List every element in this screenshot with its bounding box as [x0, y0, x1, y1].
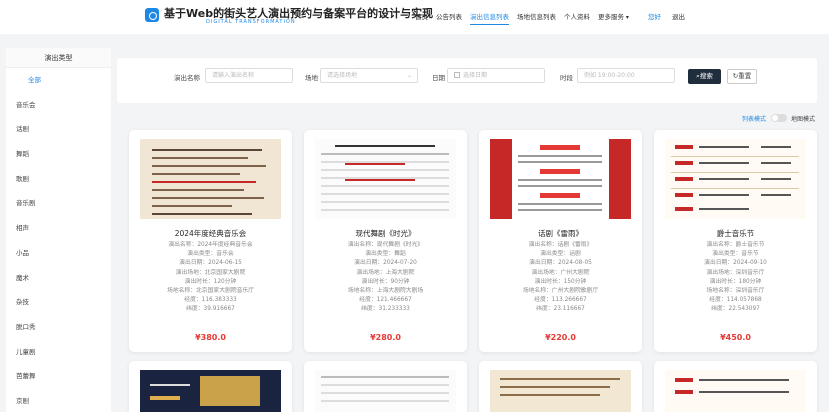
site-title[interactable]: 基于Web的街头艺人演出预约与备案平台的设计与实现	[164, 5, 433, 21]
name-label: 演出名称	[174, 74, 200, 82]
name-input[interactable]: 请输入演出名称	[205, 68, 293, 83]
performance-poster[interactable]	[140, 370, 281, 412]
card-title: 2024年度经典音乐会	[174, 229, 247, 238]
nav-announcements[interactable]: 公告列表	[436, 11, 462, 25]
card-meta: 演出名称：话剧《雷雨》 演出类型：话剧 演出日期：2024-08-05 演出场地…	[522, 242, 599, 313]
performance-poster[interactable]	[665, 370, 806, 412]
calendar-icon	[454, 72, 460, 78]
performance-poster[interactable]	[490, 370, 631, 412]
sidebar-item-opera[interactable]: 歌剧	[6, 167, 111, 192]
sidebar-item-crosstalk[interactable]: 相声	[6, 216, 111, 241]
search-button[interactable]: ⌕搜索	[688, 69, 721, 84]
card-title: 现代舞剧《时光》	[355, 229, 416, 238]
time-input[interactable]: 例如 19:00-20:00	[577, 68, 675, 83]
logo-icon[interactable]	[145, 8, 159, 22]
chevron-down-icon: ⌄	[406, 72, 412, 79]
nav-venues[interactable]: 场地信息列表	[517, 11, 556, 25]
sidebar-item-magic[interactable]: 魔术	[6, 266, 111, 291]
date-picker[interactable]: 选择日期	[447, 68, 545, 83]
performance-card[interactable]	[654, 361, 817, 412]
view-mode-toggle[interactable]	[771, 114, 787, 122]
date-label: 日期	[432, 74, 445, 82]
sidebar-item-children[interactable]: 儿童剧	[6, 340, 111, 365]
performance-card[interactable]: 2024年度经典音乐会 演出名称：2024年度经典音乐会 演出类型：音乐会 演出…	[129, 130, 292, 352]
card-price: ¥450.0	[720, 333, 751, 342]
list-mode-label[interactable]: 列表模式	[742, 114, 766, 123]
nav-performances[interactable]: 演出信息列表	[470, 11, 509, 25]
venue-label: 场地	[305, 74, 318, 82]
top-header: 基于Web的街头艺人演出预约与备案平台的设计与实现 DIGITAL TRANSF…	[0, 0, 829, 34]
sidebar-item-ballet[interactable]: 芭蕾舞	[6, 364, 111, 389]
card-price: ¥380.0	[195, 333, 226, 342]
card-price: ¥280.0	[370, 333, 401, 342]
nav-more-services[interactable]: 更多服务	[598, 11, 629, 25]
site-subtitle: DIGITAL TRANSFORMATION	[206, 19, 296, 25]
sidebar-title: 演出类型	[6, 48, 111, 68]
performance-poster[interactable]	[315, 139, 456, 219]
performance-card[interactable]: 现代舞剧《时光》 演出名称：现代舞剧《时光》 演出类型：舞蹈 演出日期：2024…	[304, 130, 467, 352]
user-greeting[interactable]: 您好	[648, 11, 661, 21]
performance-card[interactable]	[304, 361, 467, 412]
sidebar-item-drama[interactable]: 话剧	[6, 117, 111, 142]
nav-home[interactable]: 首页	[415, 11, 428, 25]
sidebar-item-sketch[interactable]: 小品	[6, 241, 111, 266]
reset-button[interactable]: ↻重置	[727, 69, 757, 84]
venue-select[interactable]: 请选择场地 ⌄	[320, 68, 418, 83]
performance-card[interactable]	[479, 361, 642, 412]
card-meta: 演出名称：2024年度经典音乐会 演出类型：音乐会 演出日期：2024-06-1…	[167, 242, 254, 313]
sidebar-item-all[interactable]: 全部	[6, 68, 111, 93]
performance-poster[interactable]	[490, 139, 631, 219]
category-sidebar: 演出类型 全部 音乐会 话剧 舞蹈 歌剧 音乐剧 相声 小品 魔术 杂技 脱口秀…	[6, 48, 111, 412]
performance-card[interactable]: 话剧《雷雨》 演出名称：话剧《雷雨》 演出类型：话剧 演出日期：2024-08-…	[479, 130, 642, 352]
sidebar-item-concert[interactable]: 音乐会	[6, 93, 111, 118]
logout-link[interactable]: 退出	[672, 11, 685, 21]
card-meta: 演出名称：爵士音乐节 演出类型：音乐节 演出日期：2024-09-10 演出场地…	[704, 242, 767, 313]
card-title: 爵士音乐节	[716, 229, 755, 238]
performance-poster[interactable]	[665, 139, 806, 219]
sidebar-item-musical[interactable]: 音乐剧	[6, 191, 111, 216]
performance-poster[interactable]	[140, 139, 281, 219]
performance-card[interactable]	[129, 361, 292, 412]
map-mode-label[interactable]: 地图模式	[791, 114, 815, 123]
sidebar-item-standup[interactable]: 脱口秀	[6, 315, 111, 340]
nav-profile[interactable]: 个人资料	[564, 11, 590, 25]
sidebar-item-peking-opera[interactable]: 京剧	[6, 389, 111, 412]
card-title: 话剧《雷雨》	[538, 229, 583, 238]
card-meta: 演出名称：现代舞剧《时光》 演出类型：舞蹈 演出日期：2024-07-20 演出…	[347, 242, 424, 313]
time-label: 时段	[560, 74, 573, 82]
main-nav: 首页 公告列表 演出信息列表 场地信息列表 个人资料 更多服务	[415, 11, 637, 25]
card-price: ¥220.0	[545, 333, 576, 342]
sidebar-item-dance[interactable]: 舞蹈	[6, 142, 111, 167]
performance-poster[interactable]	[315, 370, 456, 412]
performance-card[interactable]: 爵士音乐节 演出名称：爵士音乐节 演出类型：音乐节 演出日期：2024-09-1…	[654, 130, 817, 352]
sidebar-item-acrobatics[interactable]: 杂技	[6, 290, 111, 315]
search-panel: 演出名称 请输入演出名称 场地 请选择场地 ⌄ 日期 选择日期 时段 例如 19:…	[117, 58, 817, 103]
